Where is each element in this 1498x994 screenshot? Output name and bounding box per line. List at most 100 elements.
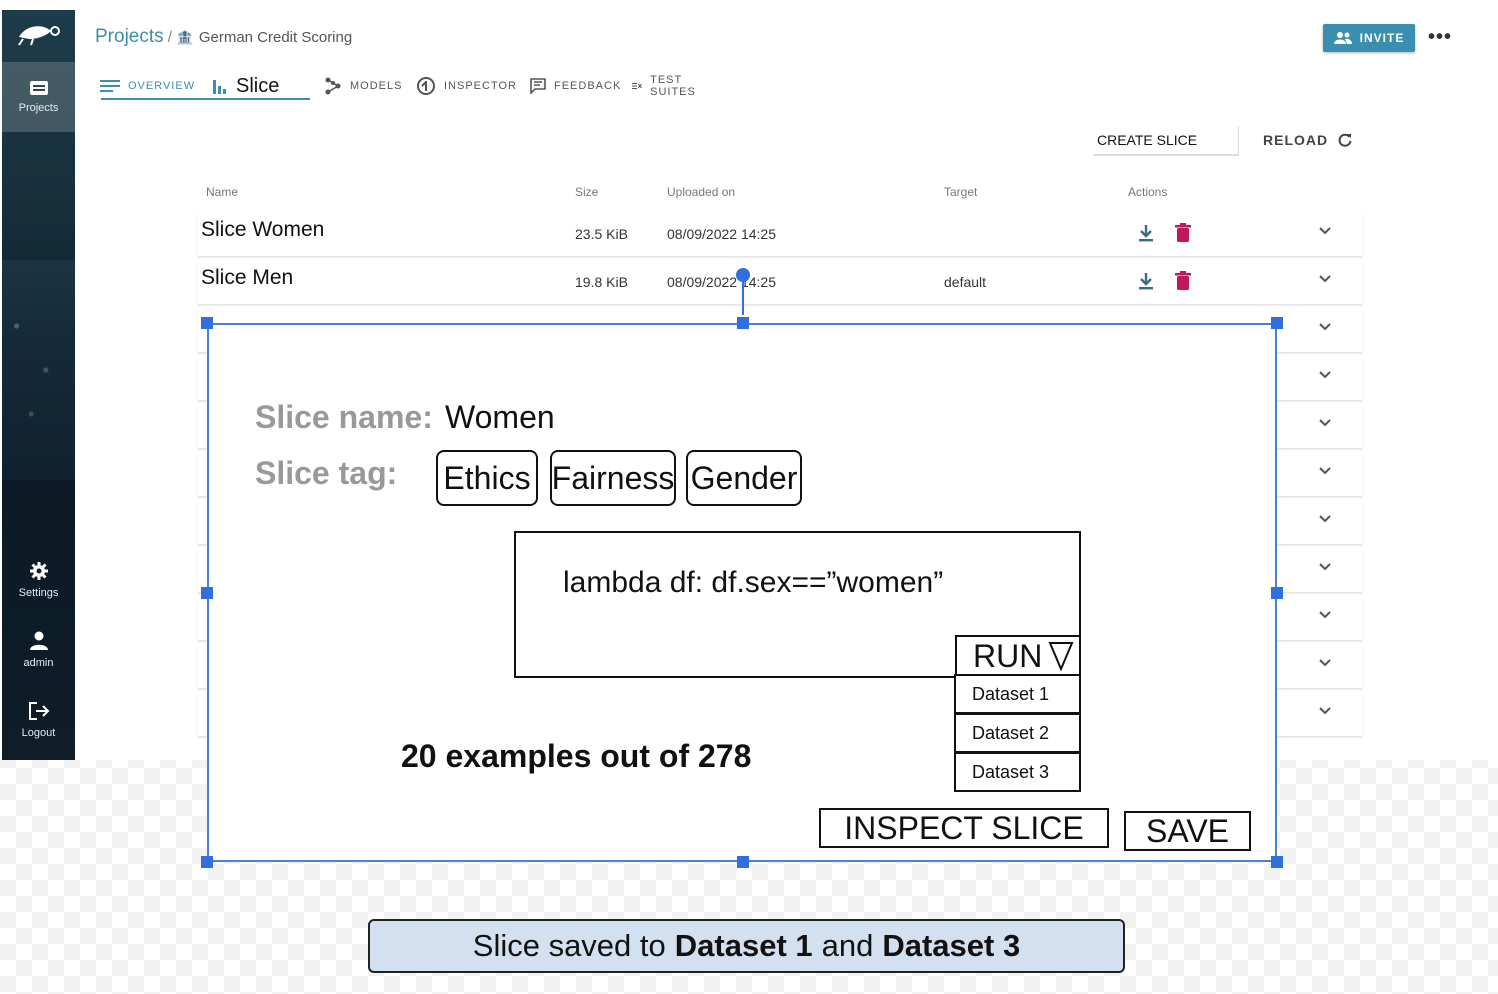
- delete-icon[interactable]: [1175, 223, 1191, 243]
- row-size: 23.5 KiB: [575, 226, 628, 242]
- delete-icon[interactable]: [1175, 271, 1191, 291]
- sidebar-item-logout[interactable]: Logout: [2, 685, 75, 755]
- resize-handle-right[interactable]: [1271, 587, 1283, 599]
- run-dropdown-button[interactable]: RUN: [955, 635, 1081, 677]
- list-icon: [100, 80, 120, 92]
- refresh-icon: [1338, 133, 1352, 147]
- sidebar-item-label: admin: [23, 657, 54, 669]
- toast-joiner: and: [821, 928, 874, 963]
- tab-label: INSPECTOR: [444, 80, 517, 92]
- rotation-handle[interactable]: [736, 268, 750, 282]
- more-options-icon[interactable]: •••: [1428, 26, 1452, 49]
- breadcrumb-projects-link[interactable]: Projects: [95, 26, 164, 47]
- slice-name-value[interactable]: Women: [445, 399, 555, 436]
- breadcrumb: Projects / 🏦 German Credit Scoring: [95, 26, 352, 48]
- table-row[interactable]: Slice Women 23.5 KiB 08/09/2022 14:25: [198, 210, 1362, 257]
- save-confirmation-toast: Slice saved to Dataset 1 and Dataset 3: [368, 919, 1125, 973]
- tag-chip-ethics[interactable]: Ethics: [436, 450, 538, 506]
- chevron-down-icon[interactable]: [1318, 704, 1332, 718]
- row-size: 19.8 KiB: [575, 274, 628, 290]
- chevron-down-icon[interactable]: [1318, 464, 1332, 478]
- chevron-down-icon[interactable]: [1318, 608, 1332, 622]
- chevron-down-icon[interactable]: [1318, 656, 1332, 670]
- save-button[interactable]: SAVE: [1124, 811, 1251, 851]
- slice-name-label: Slice name:: [255, 399, 433, 435]
- sidebar-item-label: Settings: [18, 587, 59, 599]
- toast-dataset-a: Dataset 1: [674, 928, 813, 963]
- row-name: Slice Men: [201, 266, 294, 289]
- row-uploaded: 08/09/2022 14:25: [667, 274, 776, 290]
- group-icon: [1333, 32, 1352, 44]
- logout-icon: [28, 702, 49, 720]
- tab-label: OVERVIEW: [128, 80, 196, 92]
- dataset-option-2[interactable]: Dataset 2: [954, 713, 1081, 753]
- models-icon: [325, 77, 341, 95]
- tag-chip-gender[interactable]: Gender: [686, 450, 802, 506]
- tab-inspector[interactable]: INSPECTOR: [416, 70, 517, 102]
- resize-handle-top-right[interactable]: [1271, 317, 1283, 329]
- dataset-option-1[interactable]: Dataset 1: [954, 674, 1081, 714]
- inspector-icon: [417, 77, 435, 95]
- tab-label: FEEDBACK: [554, 80, 622, 92]
- active-tab-indicator: [101, 98, 310, 100]
- examples-count: 20 examples out of 278: [401, 738, 752, 774]
- slice-tag-label: Slice tag:: [255, 455, 398, 491]
- column-header-uploaded[interactable]: Uploaded on: [667, 185, 735, 199]
- column-header-target[interactable]: Target: [944, 185, 977, 199]
- tab-models[interactable]: MODELS: [324, 70, 402, 102]
- resize-handle-bottom-left[interactable]: [201, 856, 213, 868]
- inspect-slice-button[interactable]: INSPECT SLICE: [819, 808, 1109, 848]
- bar-chart-icon: [213, 80, 226, 94]
- tab-label: TEST SUITES: [650, 74, 696, 98]
- chevron-down-icon[interactable]: [1318, 560, 1332, 574]
- invite-button[interactable]: INVITE: [1323, 24, 1415, 52]
- user-icon: [29, 631, 48, 650]
- reload-button[interactable]: RELOAD: [1263, 132, 1352, 148]
- chevron-down-icon[interactable]: [1318, 368, 1332, 382]
- chevron-down-icon[interactable]: [1318, 272, 1332, 286]
- breadcrumb-project-name: German Credit Scoring: [198, 29, 353, 46]
- resize-handle-top-left[interactable]: [201, 317, 213, 329]
- row-target: default: [944, 274, 987, 290]
- chevron-down-icon[interactable]: [1318, 224, 1332, 238]
- slice-code-text: lambda df: df.sex==”women”: [563, 566, 944, 599]
- column-header-name[interactable]: Name: [206, 185, 238, 199]
- feedback-icon: [530, 78, 546, 94]
- test-suites-icon: [632, 82, 642, 90]
- resize-handle-top[interactable]: [737, 317, 749, 329]
- sidebar-item-label: Logout: [21, 727, 56, 739]
- tag-chip-fairness[interactable]: Fairness: [550, 450, 676, 506]
- turtle-logo-icon: [17, 26, 60, 46]
- table-row[interactable]: Slice Men 19.8 KiB 08/09/2022 14:25 defa…: [198, 258, 1362, 305]
- sidebar-item-projects[interactable]: Projects: [2, 62, 75, 132]
- invite-label: INVITE: [1359, 31, 1405, 45]
- resize-handle-bottom-right[interactable]: [1271, 856, 1283, 868]
- tab-label: Slice: [236, 74, 280, 97]
- bank-icon: 🏦: [176, 29, 194, 45]
- download-icon[interactable]: [1138, 224, 1154, 242]
- chevron-down-icon[interactable]: [1318, 512, 1332, 526]
- sidebar: Projects Settings admin Logout: [2, 10, 75, 760]
- toast-prefix: Slice saved to: [472, 928, 666, 963]
- column-header-actions: Actions: [1128, 185, 1168, 199]
- gear-icon: [29, 562, 48, 580]
- sidebar-item-settings[interactable]: Settings: [2, 545, 75, 615]
- tab-feedback[interactable]: FEEDBACK: [530, 70, 621, 102]
- row-uploaded: 08/09/2022 14:25: [667, 226, 776, 242]
- resize-handle-left[interactable]: [201, 587, 213, 599]
- app-logo[interactable]: [2, 10, 75, 60]
- toast-dataset-b: Dataset 3: [882, 928, 1021, 963]
- sidebar-item-admin[interactable]: admin: [2, 615, 75, 685]
- chevron-down-icon[interactable]: [1318, 416, 1332, 430]
- download-icon[interactable]: [1138, 272, 1154, 290]
- reload-label: RELOAD: [1263, 132, 1329, 148]
- resize-handle-bottom[interactable]: [737, 856, 749, 868]
- create-slice-button[interactable]: CREATE SLICE: [1093, 126, 1239, 156]
- triangle-down-icon: [1048, 642, 1074, 671]
- tab-test-suites[interactable]: TEST SUITES: [632, 70, 702, 102]
- column-header-size[interactable]: Size: [575, 185, 598, 199]
- sidebar-background-image: [2, 260, 75, 480]
- dataset-option-3[interactable]: Dataset 3: [954, 752, 1081, 792]
- chevron-down-icon[interactable]: [1318, 320, 1332, 334]
- tab-label: MODELS: [350, 80, 403, 92]
